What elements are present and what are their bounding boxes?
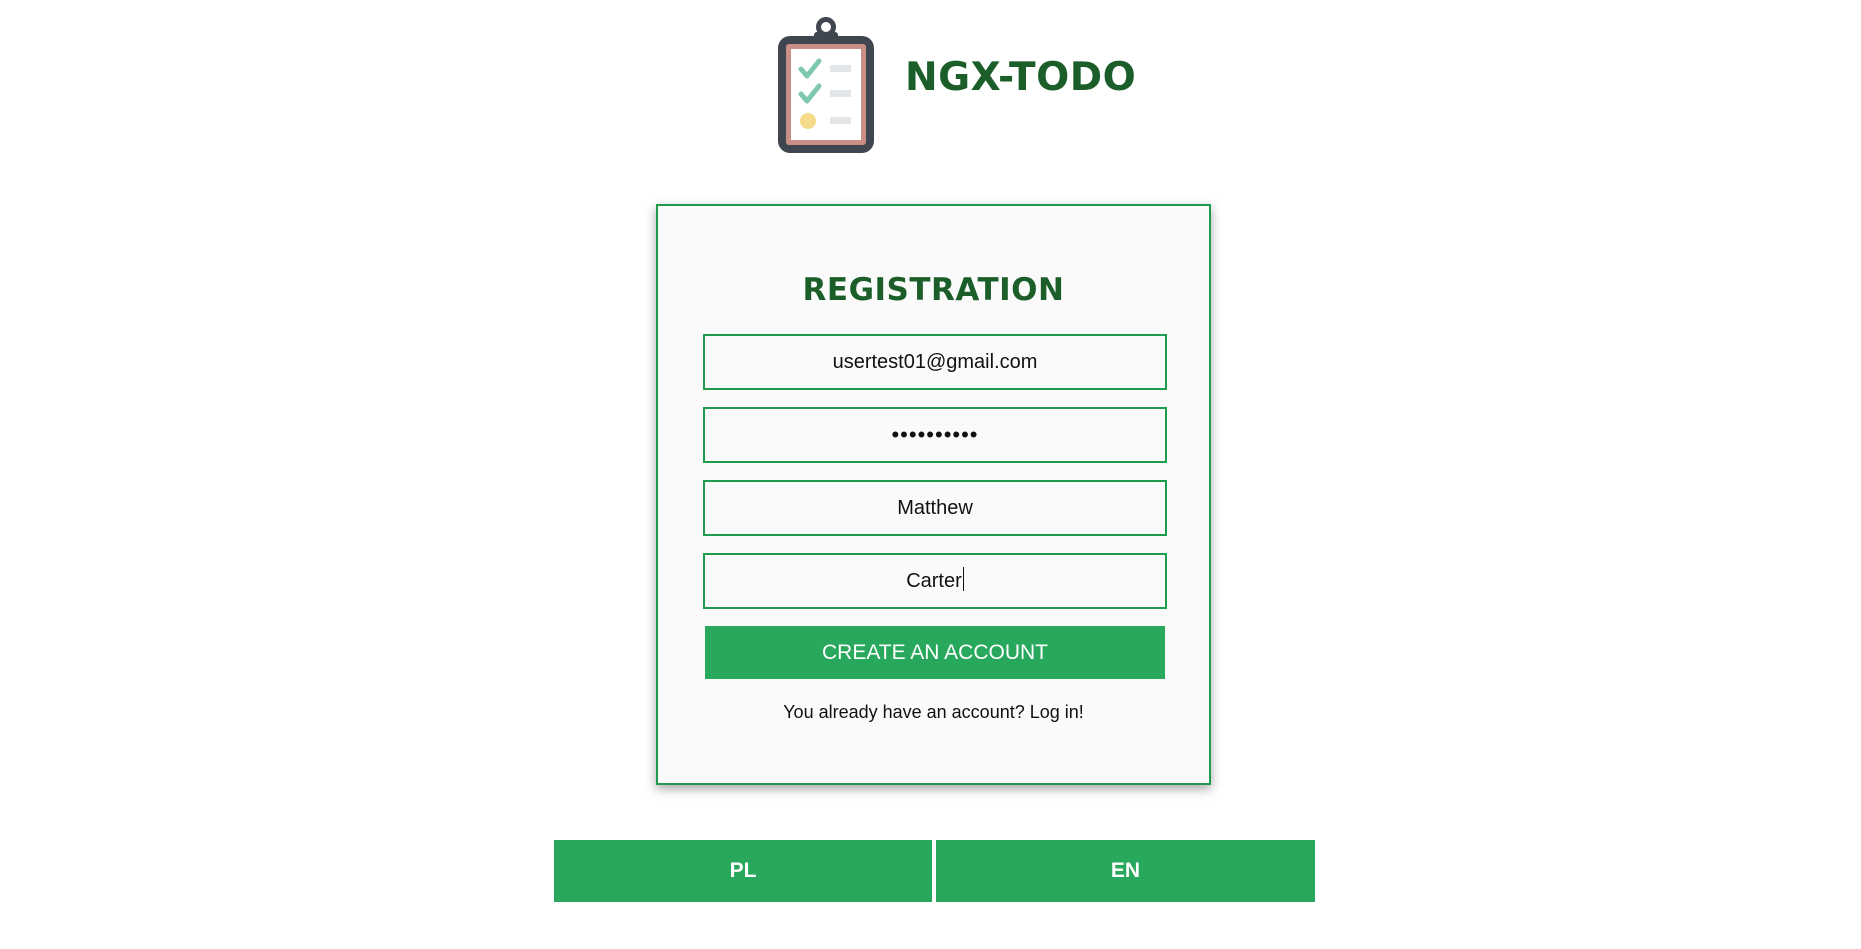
- language-pl-button[interactable]: PL: [554, 840, 932, 902]
- registration-card: REGISTRATION usertest01@gmail.com ••••••…: [656, 204, 1211, 785]
- language-en-button[interactable]: EN: [936, 840, 1315, 902]
- registration-page: NGX-TODO REGISTRATION usertest01@gmail.c…: [0, 0, 1861, 949]
- header: NGX-TODO: [0, 0, 1861, 170]
- email-value: usertest01@gmail.com: [832, 351, 1038, 373]
- password-value: ••••••••••: [891, 422, 979, 447]
- last-name-value: Carter: [906, 570, 962, 592]
- email-field[interactable]: usertest01@gmail.com: [703, 334, 1167, 390]
- registration-title: REGISTRATION: [802, 272, 1065, 308]
- text-caret: [962, 567, 964, 591]
- first-name-value: Matthew: [897, 497, 973, 519]
- last-name-field[interactable]: Carter: [703, 553, 1167, 609]
- clipboard-checklist-icon: [778, 17, 874, 153]
- language-switcher: PL EN: [554, 840, 1315, 902]
- login-link[interactable]: You already have an account? Log in!: [658, 702, 1209, 723]
- password-field[interactable]: ••••••••••: [703, 407, 1167, 463]
- create-account-button[interactable]: CREATE AN ACCOUNT: [705, 626, 1165, 679]
- app-title: NGX-TODO: [905, 55, 1137, 100]
- first-name-field[interactable]: Matthew: [703, 480, 1167, 536]
